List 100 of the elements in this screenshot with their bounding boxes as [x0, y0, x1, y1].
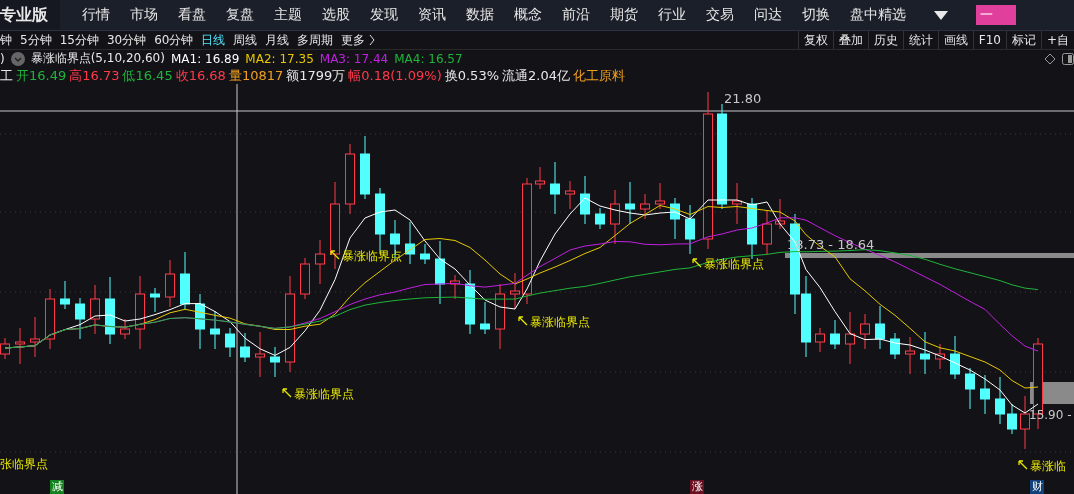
candlestick: [495, 283, 505, 350]
event-marker[interactable]: 涨: [690, 480, 704, 494]
candlestick: [45, 288, 55, 350]
period-tab[interactable]: 60分钟: [154, 31, 194, 49]
event-marker[interactable]: 财: [1030, 480, 1044, 494]
candlestick: [360, 135, 370, 200]
quote-value: 换0.53%: [444, 66, 500, 85]
nav-menu-item[interactable]: 盘中精选: [850, 6, 906, 24]
candlestick: [150, 287, 160, 313]
period-tab[interactable]: 周线: [233, 31, 258, 49]
nav-menu-item[interactable]: 市场: [130, 6, 158, 24]
period-tab[interactable]: 30分钟: [106, 31, 147, 49]
candlestick: [625, 181, 635, 225]
period-tab[interactable]: 多周期: [297, 31, 334, 49]
nav-menu-item[interactable]: 看盘: [178, 6, 206, 24]
nav-menu-item[interactable]: 主题: [274, 6, 302, 24]
signal-annotation: 暴涨临: [1030, 459, 1066, 473]
indicator-name: 暴涨临界点(5,10,20,60): [30, 50, 165, 67]
quote-value: 量10817: [228, 66, 284, 85]
dropdown-triangle-icon[interactable]: [934, 10, 948, 20]
period-tab[interactable]: 月线: [265, 31, 290, 49]
nav-menu-item[interactable]: 交易: [706, 6, 734, 24]
period-tab[interactable]: 钟: [0, 31, 12, 49]
period-tab[interactable]: 更多: [341, 31, 366, 49]
quote-value: 低16.45: [122, 66, 173, 85]
quote-value: 化工原料: [573, 66, 625, 85]
candlestick: [860, 313, 870, 350]
arrow-icon: [518, 316, 528, 326]
toolbar-button[interactable]: 复权: [797, 31, 833, 49]
candlestick: [420, 243, 430, 265]
moving-average-value: MA3: 17.44: [319, 51, 389, 66]
toolbar-button[interactable]: +自: [1040, 31, 1074, 49]
toolbar-button[interactable]: 统计: [902, 31, 938, 49]
nav-menu-item[interactable]: 前沿: [562, 6, 590, 24]
chevron-down-circle-icon[interactable]: [10, 51, 25, 66]
signal-annotation: 暴涨临界点: [530, 315, 590, 329]
toolbar-button[interactable]: 历史: [867, 31, 903, 49]
candlestick: [510, 272, 520, 310]
candlestick: [435, 240, 445, 305]
candlestick: [315, 239, 325, 285]
candlestick: [845, 311, 855, 365]
candlestick: [875, 305, 885, 350]
candlestick: [610, 189, 620, 245]
toolbar-button[interactable]: 标记: [1005, 31, 1041, 49]
candlestick: [15, 327, 25, 365]
toolbar-button[interactable]: F10: [972, 31, 1006, 49]
candlestick: [747, 197, 757, 260]
nav-menu-item[interactable]: 切换: [802, 6, 830, 24]
candlestick: [732, 182, 742, 225]
period-tab[interactable]: 日线: [201, 31, 226, 49]
nav-menu-item[interactable]: 行业: [658, 6, 686, 24]
nav-menu-item[interactable]: 数据: [466, 6, 494, 24]
candlestick: [535, 166, 545, 190]
candlestick: [595, 207, 605, 230]
toolbar-button[interactable]: 画线: [937, 31, 973, 49]
candlestick: [345, 143, 355, 215]
signal-annotation: 暴涨临界点: [294, 387, 354, 401]
nav-menu-item[interactable]: 概念: [514, 6, 542, 24]
arrow-icon: [282, 388, 292, 398]
chevron-right-icon[interactable]: [369, 34, 376, 46]
candlestick: [300, 257, 310, 300]
nav-menu-item[interactable]: 问达: [754, 6, 782, 24]
event-marker[interactable]: 减: [50, 480, 64, 494]
candlestick: [580, 175, 590, 225]
candlestick: [60, 280, 70, 310]
period-tab[interactable]: 5分钟: [20, 31, 52, 49]
quote-value: 工: [0, 66, 13, 85]
candlestick: [270, 346, 280, 378]
signal-annotation: 暴涨临界点: [704, 257, 764, 271]
candlestick: [950, 335, 960, 380]
candlestick: [105, 276, 115, 345]
nav-menu-item[interactable]: 发现: [370, 6, 398, 24]
quote-value: 收16.68: [175, 66, 226, 85]
candlestick: [905, 336, 915, 375]
nav-menu-item[interactable]: 复盘: [226, 6, 254, 24]
moving-average-value: MA4: 16.57: [394, 51, 463, 66]
candlestick: [210, 310, 220, 350]
candlestick: [405, 221, 415, 265]
app-edition-label: 专业版: [0, 0, 60, 30]
nav-menu-item[interactable]: 行情: [82, 6, 110, 24]
candlestick: [90, 284, 100, 335]
promo-button[interactable]: 一: [976, 5, 1016, 25]
candlestick: [390, 219, 400, 260]
nav-menu-item[interactable]: 选股: [322, 6, 350, 24]
signal-annotation: 张临界点: [0, 457, 48, 471]
period-tab[interactable]: 15分钟: [59, 31, 99, 49]
nav-menu-item[interactable]: 期货: [610, 6, 638, 24]
nav-menu-item[interactable]: 资讯: [418, 6, 446, 24]
candlestick: [685, 204, 695, 255]
candlestick: [180, 251, 190, 310]
diamond-icon[interactable]: [1044, 52, 1056, 65]
paren-label: ): [0, 51, 5, 66]
candlestick: [465, 269, 475, 335]
panel-toggle-icon[interactable]: [1062, 52, 1074, 65]
toolbar-button[interactable]: 叠加: [832, 31, 868, 49]
candlestick: [565, 180, 575, 210]
candlestick: [655, 182, 665, 210]
candlestick: [1007, 403, 1017, 435]
arrow-icon: [330, 250, 340, 260]
candlestick: [120, 318, 130, 340]
